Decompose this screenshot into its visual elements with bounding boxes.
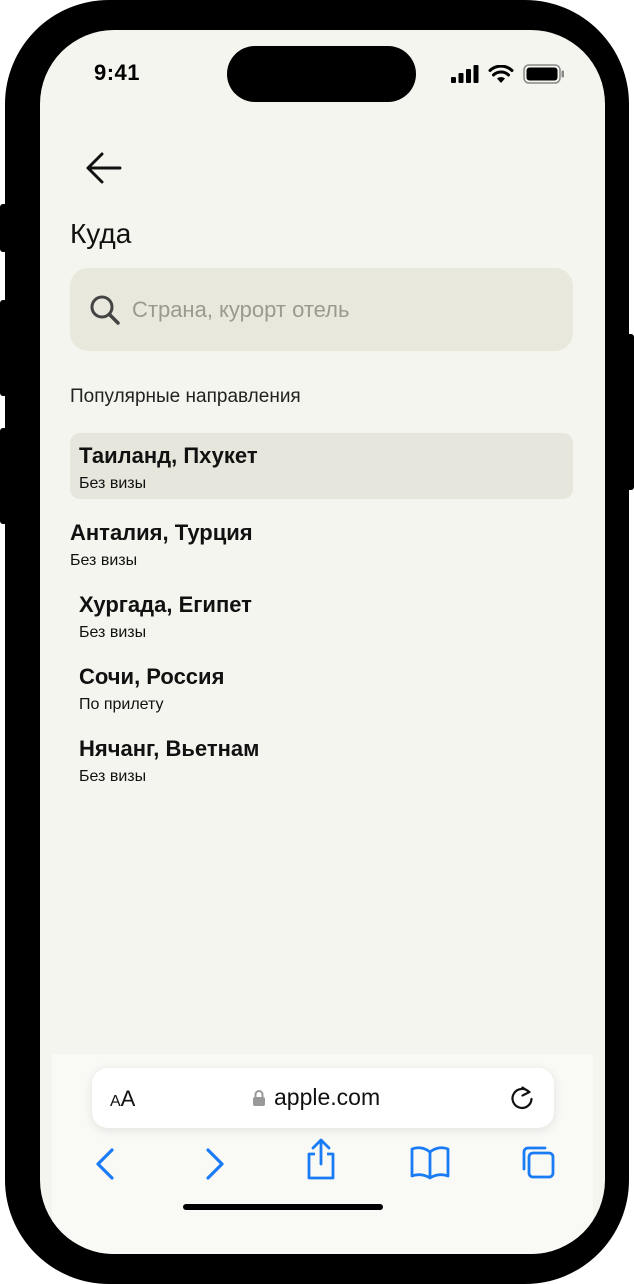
tabs-icon[interactable] xyxy=(520,1144,556,1180)
arrow-left-icon[interactable] xyxy=(84,148,124,188)
wifi-icon xyxy=(488,64,514,83)
chevron-right-icon[interactable] xyxy=(200,1144,228,1184)
destination-item[interactable]: Нячанг, Вьетнам Без визы xyxy=(79,736,259,786)
browser-nav-row xyxy=(52,1138,593,1194)
dynamic-island xyxy=(227,46,416,102)
url-display[interactable]: apple.com xyxy=(252,1084,380,1111)
chevron-left-icon[interactable] xyxy=(92,1144,120,1184)
search-input[interactable] xyxy=(130,295,554,324)
phone-frame: 9:41 Куда Страна, курорт отель Популярны… xyxy=(5,0,629,1284)
destination-name: Сочи, Россия xyxy=(79,664,225,689)
reload-icon[interactable] xyxy=(508,1084,536,1112)
destination-note: Без визы xyxy=(70,552,138,569)
share-icon[interactable] xyxy=(304,1138,338,1182)
book-icon[interactable] xyxy=(410,1144,450,1180)
browser-toolbar: AA apple.com xyxy=(52,1054,593,1254)
url-text: apple.com xyxy=(274,1084,381,1110)
status-icons xyxy=(451,64,565,84)
destination-note: Без визы xyxy=(79,768,147,785)
destination-item[interactable]: Таиланд, Пхукет Без визы xyxy=(70,433,573,499)
page-title: Куда xyxy=(70,218,132,249)
destination-name: Нячанг, Вьетнам xyxy=(79,736,260,761)
destination-item[interactable]: Анталия, Турция Без визы xyxy=(70,520,253,570)
destination-note: Без визы xyxy=(79,475,147,492)
section-title: Популярные направления xyxy=(70,386,301,407)
destination-item[interactable]: Сочи, Россия По прилету xyxy=(79,664,224,714)
screen: 9:41 Куда Страна, курорт отель Популярны… xyxy=(40,30,605,1254)
status-time: 9:41 xyxy=(94,60,141,85)
home-indicator[interactable] xyxy=(183,1204,383,1210)
battery-icon xyxy=(523,64,564,84)
reader-settings-button[interactable]: AA xyxy=(110,1086,135,1112)
destination-name: Анталия, Турция xyxy=(70,520,253,545)
address-bar[interactable]: AA apple.com xyxy=(92,1068,554,1128)
destination-note: По прилету xyxy=(79,696,164,713)
destination-note: Без визы xyxy=(79,624,147,641)
magnifier-icon xyxy=(90,295,120,325)
lock-icon xyxy=(253,1089,265,1106)
destination-name: Таиланд, Пхукет xyxy=(79,443,258,468)
destination-name: Хургада, Египет xyxy=(79,592,252,617)
cellular-signal-icon xyxy=(451,65,479,83)
search-field[interactable] xyxy=(70,268,573,351)
destination-item[interactable]: Хургада, Египет Без визы xyxy=(79,592,252,642)
